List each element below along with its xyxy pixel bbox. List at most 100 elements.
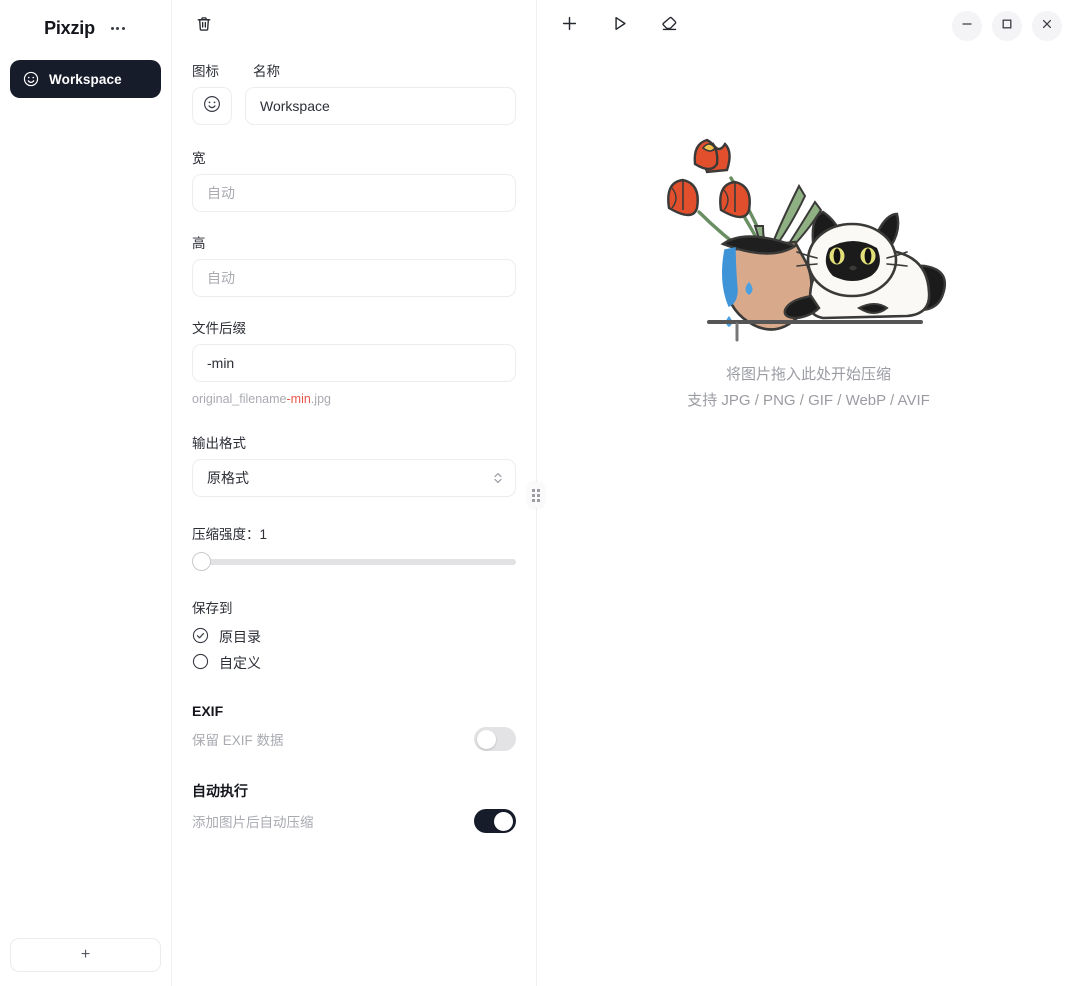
width-input[interactable]: [192, 174, 516, 212]
compression-label: 压缩强度：1: [192, 523, 516, 543]
filename-preview-extension: .jpg: [310, 392, 331, 406]
panel-resize-handle[interactable]: [528, 482, 544, 508]
auto-run-title: 自动执行: [192, 783, 248, 799]
trash-icon: [195, 15, 213, 38]
filename-preview-suffix: -min: [286, 392, 311, 406]
width-field-group: 宽: [192, 147, 516, 212]
smiley-icon: [203, 95, 221, 118]
slider-track: [201, 559, 516, 565]
clear-list-button[interactable]: [655, 12, 683, 40]
eraser-icon: [660, 14, 679, 38]
window-controls: [952, 11, 1062, 41]
settings-toolbar: [172, 0, 536, 52]
output-format-label: 输出格式: [192, 436, 246, 451]
auto-run-group: 自动执行 添加图片后自动压缩: [192, 781, 516, 833]
plus-icon: +: [80, 946, 91, 963]
suffix-input[interactable]: [192, 344, 516, 382]
save-to-group: 保存到 原目录 自定义: [192, 597, 516, 673]
height-input[interactable]: [192, 259, 516, 297]
radio-label: 原目录: [219, 629, 261, 645]
toggle-knob: [477, 729, 496, 749]
maximize-button[interactable]: [992, 11, 1022, 41]
plus-icon: [560, 14, 579, 38]
icon-field-label: 图标: [192, 64, 219, 79]
delete-workspace-button[interactable]: [190, 12, 218, 40]
dot: [537, 498, 540, 502]
image-dropzone[interactable]: 将图片拖入此处开始压缩 支持 JPG / PNG / GIF / WebP / …: [537, 52, 1080, 986]
compression-slider[interactable]: [192, 547, 516, 571]
dot: [532, 493, 535, 497]
slider-thumb[interactable]: [192, 552, 211, 571]
exif-toggle-label: 保留 EXIF 数据: [192, 733, 284, 748]
dropzone-secondary-text: 支持 JPG / PNG / GIF / WebP / AVIF: [687, 392, 930, 410]
drag-handle-icon: [532, 488, 540, 502]
radio-unchecked-icon: [192, 653, 209, 673]
app-window: Pixzip Workspace + 图标 名称 Workspace 宽 自动 …: [0, 0, 1080, 986]
output-format-group: 输出格式 原格式: [192, 432, 516, 497]
exif-group: EXIF 保留 EXIF 数据: [192, 703, 516, 751]
sidebar-footer: +: [0, 928, 171, 986]
minimize-icon: [961, 17, 973, 35]
exif-toggle-row: 保留 EXIF 数据: [192, 727, 516, 751]
suffix-label: 文件后缀: [192, 321, 246, 336]
settings-content: 图标 名称 宽: [172, 52, 536, 986]
height-field-group: 高: [192, 232, 516, 297]
dot: [532, 488, 535, 492]
compression-value: 1: [259, 527, 268, 542]
emoji-picker-button[interactable]: [192, 87, 232, 125]
dot: [121, 26, 125, 30]
app-brand-title: Pixzip: [44, 17, 95, 38]
radio-save-custom-dir[interactable]: 自定义: [192, 653, 516, 673]
start-compress-button[interactable]: [605, 12, 633, 40]
close-icon: [1041, 17, 1053, 35]
minimize-button[interactable]: [952, 11, 982, 41]
add-images-button[interactable]: [555, 12, 583, 40]
dot: [537, 493, 540, 497]
radio-save-original-dir[interactable]: 原目录: [192, 627, 516, 647]
dot: [532, 498, 535, 502]
radio-checked-icon: [192, 627, 209, 647]
settings-panel: 图标 名称 宽: [172, 0, 544, 986]
main-panel: 将图片拖入此处开始压缩 支持 JPG / PNG / GIF / WebP / …: [537, 0, 1080, 986]
icon-name-row: [192, 87, 516, 125]
exif-title: EXIF: [192, 703, 224, 719]
compression-label-text: 压缩强度：: [192, 527, 260, 542]
compression-group: 压缩强度：1: [192, 523, 516, 571]
height-label: 高: [192, 236, 206, 251]
auto-run-toggle-label: 添加图片后自动压缩: [192, 815, 314, 830]
filename-preview: original_filename-min.jpg: [192, 392, 516, 406]
auto-run-toggle-row: 添加图片后自动压缩: [192, 809, 516, 833]
dot: [110, 26, 114, 30]
sidebar-item-workspace[interactable]: Workspace: [10, 60, 161, 98]
icon-name-labels: 图标 名称: [192, 60, 516, 80]
play-icon: [610, 14, 629, 38]
dropzone-primary-text: 将图片拖入此处开始压缩: [725, 366, 891, 383]
auto-run-toggle[interactable]: [474, 809, 516, 833]
sidebar-header: Pixzip: [0, 0, 171, 52]
name-field-label: 名称: [253, 64, 280, 79]
sidebar-items-list: Workspace: [0, 52, 171, 928]
exif-toggle[interactable]: [474, 727, 516, 751]
output-format-value: 原格式: [207, 470, 249, 486]
width-label: 宽: [192, 151, 206, 166]
radio-label: 自定义: [219, 655, 261, 671]
output-format-select[interactable]: 原格式: [192, 459, 516, 497]
workspace-name-input[interactable]: [245, 87, 516, 125]
maximize-icon: [1001, 17, 1013, 35]
save-to-label: 保存到: [192, 601, 233, 616]
cat-knocking-vase-illustration: [659, 126, 959, 346]
filename-preview-prefix: original_filename: [192, 392, 287, 406]
toggle-knob: [494, 811, 513, 831]
add-workspace-button[interactable]: +: [10, 938, 161, 972]
output-format-select-wrapper: 原格式: [192, 459, 516, 497]
close-button[interactable]: [1032, 11, 1062, 41]
dot: [537, 488, 540, 492]
sidebar: Pixzip Workspace +: [0, 0, 172, 986]
sidebar-item-label: Workspace: [49, 71, 122, 87]
smiley-icon: [23, 71, 39, 87]
dropzone-text: 将图片拖入此处开始压缩 支持 JPG / PNG / GIF / WebP / …: [687, 362, 930, 415]
dot: [116, 26, 120, 30]
suffix-field-group: 文件后缀 original_filename-min.jpg: [192, 317, 516, 406]
main-toolbar: [537, 0, 1080, 52]
more-horizontal-icon[interactable]: [109, 21, 127, 36]
